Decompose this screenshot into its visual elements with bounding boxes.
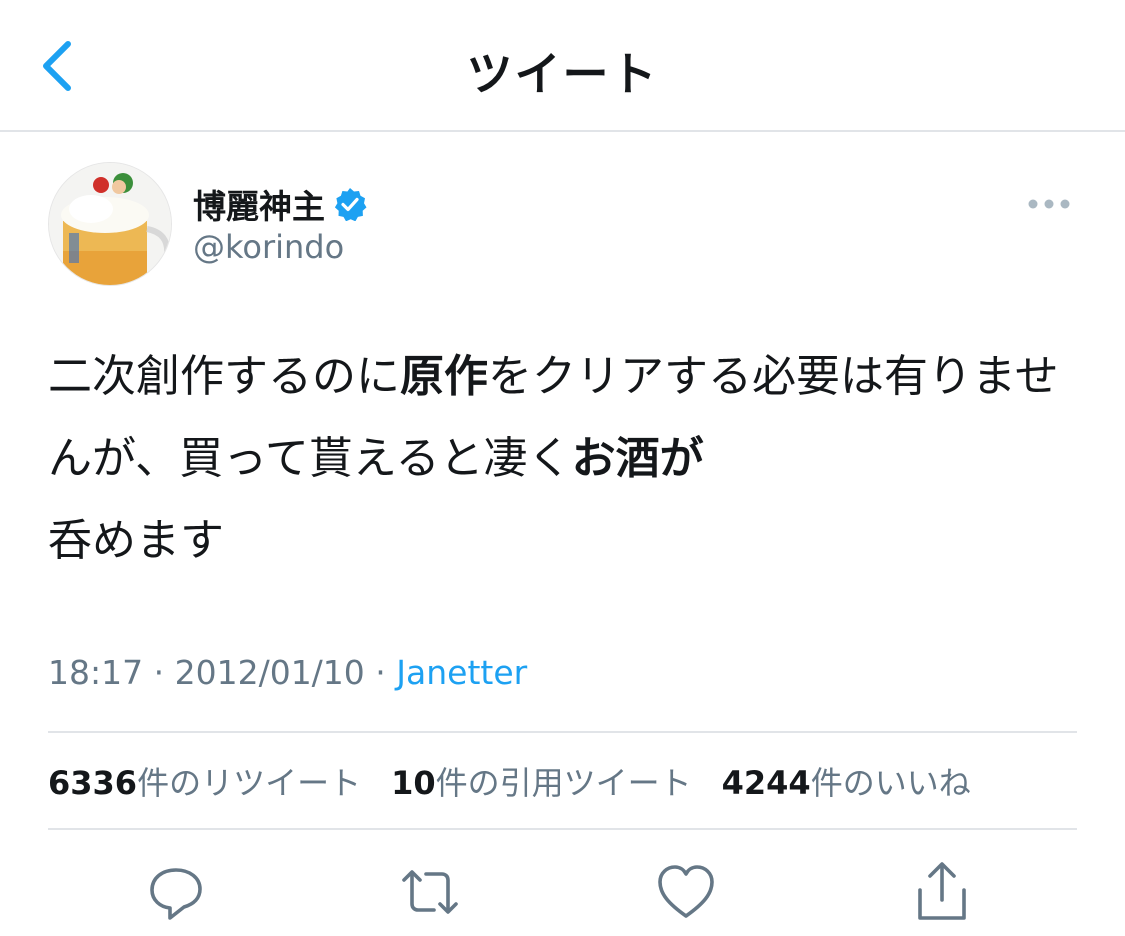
quote-count-stat[interactable]: 10件の引用ツイート	[391, 758, 692, 804]
like-button[interactable]	[654, 860, 718, 924]
reply-icon	[150, 868, 202, 920]
retweet-count: 6336	[48, 764, 138, 802]
quote-count-label: 件の引用ツイート	[435, 764, 692, 802]
like-icon	[658, 865, 714, 918]
author-name[interactable]: 博麗神主	[193, 180, 367, 228]
tweet-text: 二次創作するのに原作をクリアする必要は有りませんが、買って貰えると凄くお酒が 呑め…	[48, 336, 1088, 582]
retweet-icon	[402, 870, 458, 914]
like-count: 4244	[721, 764, 811, 802]
like-count-stat[interactable]: 4244件のいいね	[722, 758, 971, 804]
meta-separator: ·	[143, 653, 175, 692]
tweet-segment: 呑めます	[48, 515, 224, 566]
tweet-stats: 6336件のリツイート 10件の引用ツイート 4244件のいいね	[48, 758, 1001, 804]
reply-button[interactable]	[144, 860, 208, 924]
action-bar	[0, 856, 1125, 936]
verified-badge-icon	[333, 187, 367, 222]
top-nav-bar: ツイート	[0, 0, 1125, 132]
tweet-time: 18:17	[48, 653, 144, 692]
quote-count: 10	[391, 764, 436, 802]
tweet-segment: 二次創作するのに	[48, 351, 400, 402]
more-horizontal-icon	[1028, 199, 1070, 209]
tweet-segment-bold: 原作	[400, 351, 488, 402]
author-display-name: 博麗神主	[193, 187, 325, 226]
page-title: ツイート	[466, 47, 659, 101]
retweet-count-label: 件のリツイート	[137, 764, 362, 802]
tweet-segment-bold: お酒が	[571, 433, 704, 484]
divider	[48, 731, 1077, 733]
meta-separator: ·	[364, 653, 397, 692]
retweet-button[interactable]	[398, 860, 462, 924]
share-button[interactable]	[910, 860, 974, 924]
divider	[48, 828, 1077, 830]
author-handle[interactable]: @korindo	[193, 228, 344, 266]
beer-mug-avatar	[49, 163, 171, 285]
more-options-button[interactable]	[1027, 190, 1071, 218]
tweet-meta: 18:17 · 2012/01/10 · Janetter	[48, 653, 527, 692]
share-icon	[918, 862, 966, 920]
tweet-source-link[interactable]: Janetter	[396, 653, 527, 692]
like-count-label: 件のいいね	[810, 764, 971, 802]
avatar[interactable]	[48, 162, 172, 286]
tweet-date: 2012/01/10	[174, 653, 365, 692]
retweet-count-stat[interactable]: 6336件のリツイート	[48, 758, 361, 804]
